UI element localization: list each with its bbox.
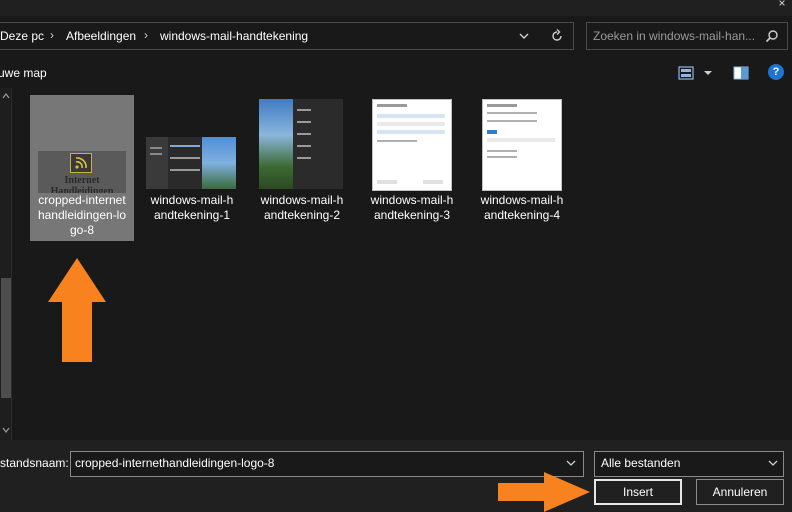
- file-thumbnail: [482, 99, 562, 191]
- close-icon[interactable]: ×: [778, 0, 785, 10]
- breadcrumb-separator-icon[interactable]: ›: [144, 28, 148, 42]
- file-name: windows-mail-h andtekening-2: [260, 193, 344, 222]
- new-folder-button[interactable]: uwe map: [0, 66, 47, 80]
- file-name: windows-mail-h andtekening-1: [150, 193, 234, 222]
- file-item-windows-mail-2[interactable]: windows-mail-h andtekening-2: [250, 95, 354, 241]
- file-name: windows-mail-h andtekening-4: [480, 193, 564, 222]
- cancel-button[interactable]: Annuleren: [696, 479, 784, 505]
- filename-label: standsnaam:: [0, 456, 69, 470]
- chevron-down-icon[interactable]: [565, 458, 577, 468]
- file-thumbnail: [259, 99, 343, 189]
- breadcrumb-afbeeldingen[interactable]: Afbeeldingen: [66, 29, 136, 43]
- scroll-down-icon[interactable]: [1, 426, 11, 434]
- refresh-icon[interactable]: [548, 27, 566, 45]
- close-button[interactable]: ×: [772, 0, 792, 12]
- filetype-value: Alle bestanden: [601, 456, 681, 470]
- chevron-down-icon[interactable]: [516, 28, 532, 44]
- scrollbar-thumb[interactable]: [1, 278, 11, 398]
- file-item-windows-mail-1[interactable]: windows-mail-h andtekening-1: [140, 95, 244, 241]
- file-name: cropped-internet handleidingen-lo go-8: [37, 193, 127, 237]
- chevron-down-icon[interactable]: [702, 68, 714, 78]
- search-icon[interactable]: [765, 29, 779, 43]
- preview-pane-icon[interactable]: [733, 66, 749, 80]
- annotation-arrow-right-icon: [498, 472, 590, 512]
- file-thumbnail: [146, 137, 236, 189]
- filetype-select[interactable]: Alle bestanden: [594, 451, 784, 477]
- vertical-scrollbar[interactable]: [0, 88, 12, 440]
- file-item-windows-mail-3[interactable]: windows-mail-h andtekening-3: [360, 95, 464, 241]
- search-box[interactable]: [586, 22, 788, 50]
- scroll-up-icon[interactable]: [1, 92, 11, 100]
- view-options-icon[interactable]: [678, 66, 694, 80]
- file-thumbnail: Internet Handleidingen: [38, 151, 126, 193]
- help-icon[interactable]: ?: [768, 64, 784, 80]
- breadcrumb-deze-pc[interactable]: Deze pc: [0, 29, 44, 43]
- breadcrumb-current-folder[interactable]: windows-mail-handtekening: [160, 29, 308, 43]
- breadcrumb-separator-icon[interactable]: ›: [50, 28, 54, 42]
- file-thumbnail: [372, 99, 452, 191]
- chevron-down-icon[interactable]: [767, 458, 779, 468]
- thumbnail-caption: Internet Handleidingen: [50, 175, 114, 193]
- file-name: windows-mail-h andtekening-3: [370, 193, 454, 222]
- address-bar[interactable]: Deze pc › Afbeeldingen › windows-mail-ha…: [0, 22, 574, 50]
- title-strip: [0, 0, 792, 16]
- filename-input[interactable]: [75, 455, 555, 471]
- dialog-footer: standsnaam: Alle bestanden Insert Annule…: [0, 440, 792, 512]
- insert-button[interactable]: Insert: [594, 479, 682, 505]
- annotation-arrow-up-icon: [48, 258, 106, 362]
- search-input[interactable]: [593, 28, 761, 44]
- rss-icon: [70, 153, 92, 173]
- file-item-cropped-logo[interactable]: Internet Handleidingen cropped-internet h…: [30, 95, 134, 241]
- file-item-windows-mail-4[interactable]: windows-mail-h andtekening-4: [470, 95, 574, 241]
